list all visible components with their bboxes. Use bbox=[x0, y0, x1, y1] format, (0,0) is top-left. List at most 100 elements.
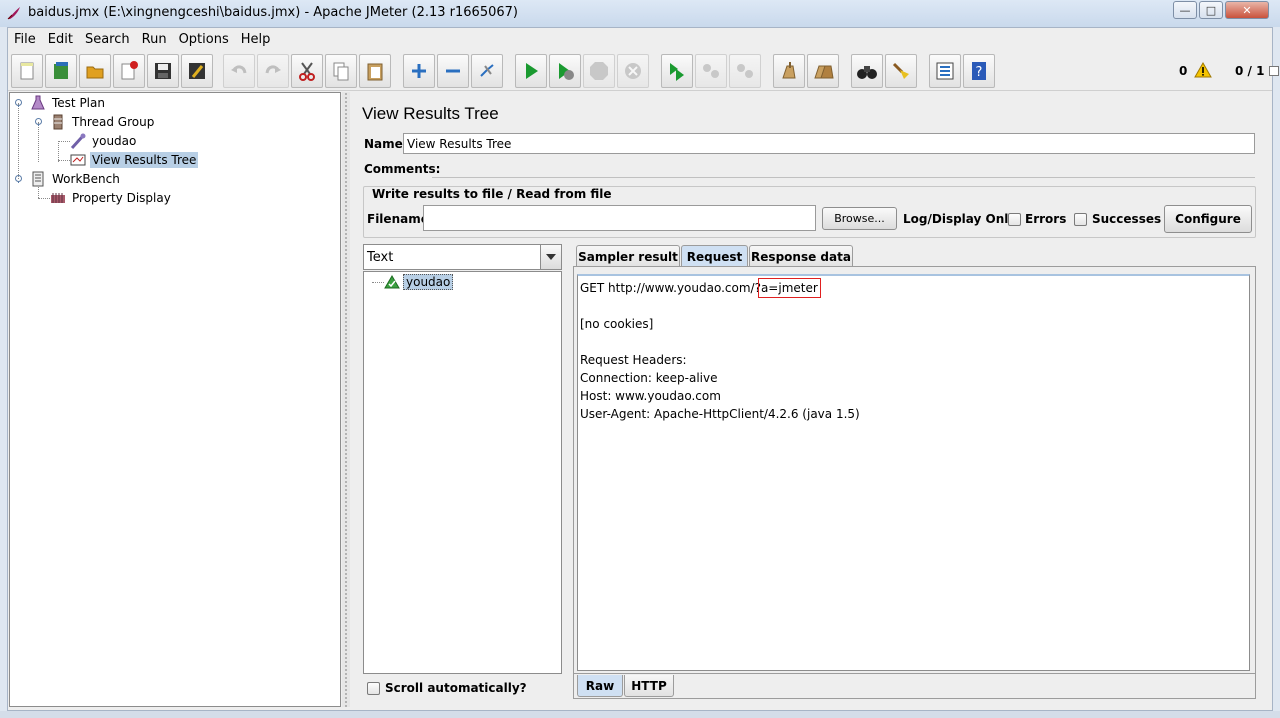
expand-all-button[interactable] bbox=[403, 54, 435, 88]
shutdown-button[interactable] bbox=[617, 54, 649, 88]
cookies-line: [no cookies] bbox=[580, 317, 654, 331]
remote-start-button[interactable] bbox=[661, 54, 693, 88]
split-pane-divider[interactable] bbox=[342, 92, 350, 707]
filename-field[interactable] bbox=[423, 205, 816, 231]
tree-item-label: youdao bbox=[92, 134, 137, 148]
scroll-auto-checkbox[interactable] bbox=[367, 682, 380, 695]
header-line: Host: www.youdao.com bbox=[580, 389, 721, 403]
save-icon bbox=[155, 63, 171, 79]
start-button[interactable] bbox=[515, 54, 547, 88]
clear-button[interactable] bbox=[773, 54, 805, 88]
name-field[interactable] bbox=[403, 133, 1255, 154]
request-text-area[interactable]: GET http://www.youdao.com/?a=jmeter [no … bbox=[577, 274, 1250, 671]
result-item-youdao[interactable]: youdao bbox=[384, 274, 454, 290]
save-as-icon bbox=[189, 63, 205, 79]
warning-icon[interactable] bbox=[1194, 62, 1212, 78]
tab-label: Sampler result bbox=[578, 249, 678, 264]
successes-checkbox[interactable] bbox=[1074, 213, 1087, 226]
templates-button[interactable] bbox=[45, 54, 77, 88]
error-count: 0 bbox=[1179, 64, 1188, 78]
cut-icon bbox=[299, 62, 315, 81]
function-helper-icon bbox=[936, 62, 954, 80]
paste-icon bbox=[367, 63, 383, 81]
renderer-dropdown[interactable]: Text bbox=[363, 244, 562, 270]
toggle-button[interactable] bbox=[471, 54, 503, 88]
stop-icon bbox=[590, 62, 608, 80]
tree-connector bbox=[38, 122, 39, 162]
errors-checkbox[interactable] bbox=[1008, 213, 1021, 226]
save-button[interactable] bbox=[147, 54, 179, 88]
minimize-button[interactable]: — bbox=[1173, 1, 1197, 19]
headers-title: Request Headers: bbox=[580, 353, 687, 367]
new-button[interactable] bbox=[11, 54, 43, 88]
request-url: GET http://www.youdao.com/? bbox=[580, 281, 761, 295]
cut-button[interactable] bbox=[291, 54, 323, 88]
menu-help[interactable]: Help bbox=[235, 32, 277, 47]
configure-button[interactable]: Configure bbox=[1164, 205, 1252, 233]
function-helper-button[interactable] bbox=[929, 54, 961, 88]
test-plan-tree[interactable]: Test Plan Thread Group youdao View Resul… bbox=[9, 92, 341, 707]
bottom-tab-strip bbox=[573, 674, 1256, 699]
remote-shutdown-button[interactable] bbox=[729, 54, 761, 88]
close-window-icon: ✕ bbox=[1242, 3, 1252, 17]
menu-edit[interactable]: Edit bbox=[42, 32, 79, 47]
start-no-pauses-button[interactable] bbox=[549, 54, 581, 88]
copy-icon bbox=[333, 62, 349, 81]
maximize-button[interactable]: □ bbox=[1199, 1, 1223, 19]
open-button[interactable] bbox=[79, 54, 111, 88]
reset-search-button[interactable] bbox=[885, 54, 917, 88]
clear-all-button[interactable] bbox=[807, 54, 839, 88]
tree-item-youdao[interactable]: youdao bbox=[70, 132, 138, 150]
errors-label: Errors bbox=[1025, 212, 1067, 226]
tab-sampler-result[interactable]: Sampler result bbox=[576, 245, 680, 267]
tab-raw[interactable]: Raw bbox=[577, 675, 623, 697]
maximize-icon: □ bbox=[1205, 3, 1217, 17]
new-icon bbox=[20, 62, 34, 80]
undo-icon bbox=[231, 65, 247, 74]
tab-response-data[interactable]: Response data bbox=[749, 245, 853, 267]
collapse-all-button[interactable] bbox=[437, 54, 469, 88]
window-title-bar[interactable]: baidus.jmx (E:\xingnengceshi\baidus.jmx)… bbox=[0, 0, 1280, 27]
close-button[interactable]: ✕ bbox=[1225, 1, 1269, 19]
expander-open-icon[interactable] bbox=[34, 117, 43, 126]
active-thread-count: 0 / 1 bbox=[1235, 64, 1265, 78]
comments-field[interactable] bbox=[432, 157, 1255, 178]
tree-item-label: Property Display bbox=[72, 191, 171, 205]
menu-options[interactable]: Options bbox=[173, 32, 235, 47]
remote-stop-button[interactable] bbox=[695, 54, 727, 88]
stop-button[interactable] bbox=[583, 54, 615, 88]
tree-item-view-results-tree[interactable]: View Results Tree bbox=[70, 151, 199, 169]
thread-group-icon bbox=[53, 114, 63, 130]
search-button[interactable] bbox=[851, 54, 883, 88]
expand-icon bbox=[412, 64, 426, 78]
tree-item-property-display[interactable]: Property Display bbox=[50, 189, 173, 207]
expander-open-icon[interactable] bbox=[14, 174, 23, 183]
result-tree[interactable]: youdao bbox=[363, 271, 562, 674]
success-triangle-icon bbox=[384, 275, 400, 289]
menu-run[interactable]: Run bbox=[136, 32, 173, 47]
save-as-button[interactable] bbox=[181, 54, 213, 88]
browse-button-label: Browse... bbox=[834, 212, 885, 225]
start-icon bbox=[526, 63, 538, 79]
tree-item-workbench[interactable]: WorkBench bbox=[30, 170, 122, 188]
copy-button[interactable] bbox=[325, 54, 357, 88]
undo-button[interactable] bbox=[223, 54, 255, 88]
menu-file[interactable]: File bbox=[8, 32, 42, 47]
help-button[interactable]: ? bbox=[963, 54, 995, 88]
log-viewer-toggle[interactable] bbox=[1269, 66, 1279, 76]
collapse-icon bbox=[446, 69, 460, 73]
tab-label: Request bbox=[686, 249, 743, 264]
paste-button[interactable] bbox=[359, 54, 391, 88]
panel-title: View Results Tree bbox=[362, 104, 499, 123]
close-file-button[interactable] bbox=[113, 54, 145, 88]
tab-request[interactable]: Request bbox=[681, 245, 748, 267]
tree-item-thread-group[interactable]: Thread Group bbox=[50, 113, 156, 131]
filename-label: Filename bbox=[367, 212, 429, 226]
expander-open-icon[interactable] bbox=[14, 98, 23, 107]
request-query-highlight: a=jmeter bbox=[757, 278, 821, 298]
menu-search[interactable]: Search bbox=[79, 32, 136, 47]
tree-item-test-plan[interactable]: Test Plan bbox=[30, 94, 107, 112]
redo-button[interactable] bbox=[257, 54, 289, 88]
tab-http[interactable]: HTTP bbox=[624, 675, 674, 697]
browse-button[interactable]: Browse... bbox=[822, 207, 897, 230]
